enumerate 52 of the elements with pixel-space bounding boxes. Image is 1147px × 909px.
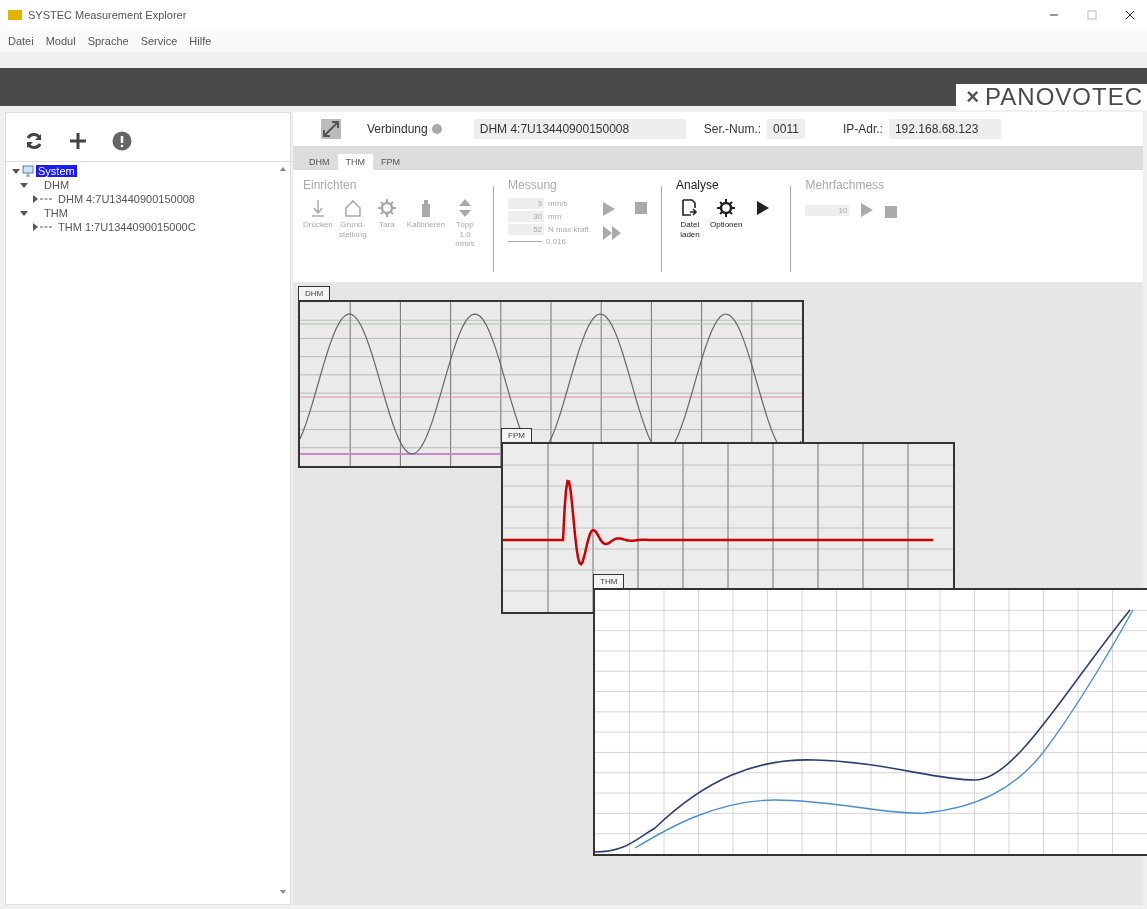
serial-label: Ser.-Num.: <box>703 122 762 136</box>
chart-window-tab[interactable]: DHM <box>298 286 331 300</box>
tree-item[interactable]: THM 1:7U1344090015000C <box>56 221 198 233</box>
device-node-icon <box>32 223 54 231</box>
group-title: Messung <box>508 178 558 192</box>
app-icon <box>8 10 22 20</box>
menu-item[interactable]: Modul <box>45 35 76 47</box>
tree-item[interactable]: DHM 4:7U13440900150008 <box>56 193 197 205</box>
device-node-icon <box>32 195 54 203</box>
scroll-arrow-icon[interactable] <box>280 890 286 894</box>
file-import-icon <box>679 198 700 218</box>
close-icon[interactable] <box>1125 10 1135 20</box>
scroll-arrow-icon[interactable] <box>280 167 286 171</box>
menu-item[interactable]: Service <box>140 35 178 47</box>
tree-item[interactable]: DHM <box>42 179 72 191</box>
expand-arrow-icon[interactable] <box>20 181 28 189</box>
window-title: SYSTEC Measurement Explorer <box>28 9 187 21</box>
logo: × PANOVOTEC <box>956 84 1147 110</box>
serial-field: 0011 <box>767 119 805 139</box>
menu-item[interactable]: Datei <box>8 35 34 47</box>
status-dot-icon <box>431 124 442 134</box>
gear-icon <box>716 198 737 218</box>
group-title: Einrichten <box>303 178 358 192</box>
connection-label: Verbindung <box>367 122 428 136</box>
ip-label: IP-Adr.: <box>842 122 883 136</box>
readout-value: 0.016 <box>546 237 567 246</box>
device-field: DHM 4:7U13440900150008 <box>473 119 686 139</box>
group-title: Analyse <box>675 178 720 192</box>
unit-label: mm <box>548 212 562 221</box>
chart-window-tab[interactable]: THM <box>593 574 625 588</box>
group-title: Mehrfachmess <box>805 178 886 192</box>
tab[interactable]: FPM <box>373 154 408 170</box>
unit-label: mm/s <box>548 199 568 208</box>
tree-item[interactable]: System <box>36 165 77 177</box>
readout-line <box>508 241 543 242</box>
refresh-icon[interactable] <box>24 131 44 151</box>
add-icon[interactable] <box>68 131 88 151</box>
connect-icon[interactable] <box>321 119 341 139</box>
info-icon[interactable] <box>112 131 132 151</box>
tree-item[interactable]: THM <box>42 207 70 219</box>
expand-arrow-icon[interactable] <box>20 209 28 217</box>
menu-item[interactable]: Sprache <box>87 35 129 47</box>
menu-item[interactable]: Hilfe <box>189 35 212 47</box>
unit-label: N max kraft <box>548 225 589 234</box>
expand-arrow-icon[interactable] <box>12 167 20 175</box>
ip-field: 192.168.68.123 <box>888 119 1001 139</box>
home-icon <box>342 198 363 218</box>
gear-icon <box>376 198 397 218</box>
chart-window-tab[interactable]: FPM <box>501 428 532 442</box>
computer-icon <box>22 165 34 177</box>
tab[interactable]: THM <box>337 154 373 170</box>
tab[interactable]: DHM <box>301 154 338 170</box>
